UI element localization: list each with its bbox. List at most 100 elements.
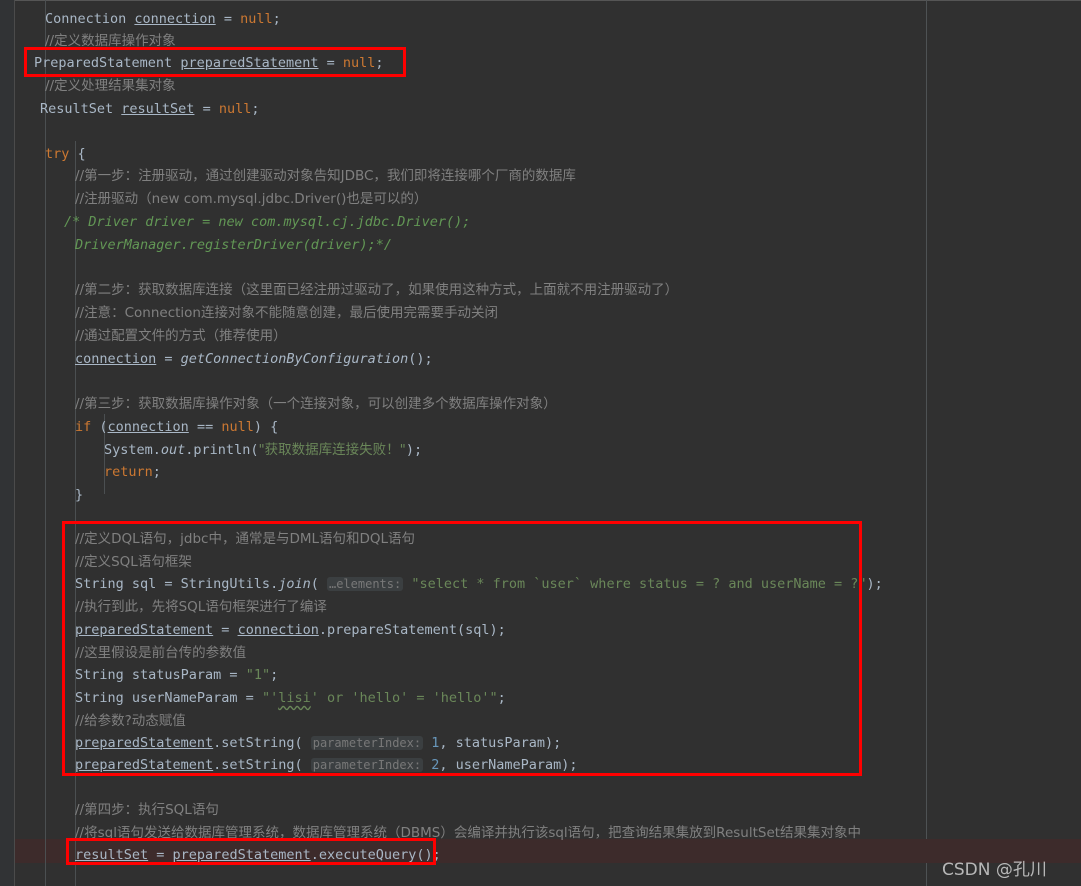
- code-line-text: //给参数?动态赋值: [75, 710, 186, 732]
- code-line[interactable]: //第二步：获取数据库连接（这里面已经注册过驱动了，如果使用这种方式，上面就不用…: [0, 277, 1081, 299]
- code-token: parameterIndex:: [310, 758, 424, 772]
- code-line-text: //这里假设是前台传的参数值: [75, 642, 246, 664]
- code-token: return: [104, 464, 153, 480]
- code-token: resultSet: [121, 101, 195, 117]
- code-line-text: //第一步：注册驱动，通过创建驱动对象告知JDBC，我们即将连接哪个厂商的数据库: [75, 165, 576, 187]
- code-token: .setString(: [213, 735, 311, 751]
- code-line[interactable]: System.out.println("获取数据库连接失败！");: [0, 437, 1081, 459]
- code-line[interactable]: //注意：Connection连接对象不能随意创建，最后使用完需要手动关闭: [0, 300, 1081, 322]
- code-line[interactable]: Connection connection = null;: [0, 6, 1081, 28]
- code-line[interactable]: //给参数?动态赋值: [0, 708, 1081, 730]
- code-line[interactable]: //第三步：获取数据库操作对象（一个连接对象，可以创建多个数据库操作对象）: [0, 391, 1081, 413]
- code-line[interactable]: PreparedStatement preparedStatement = nu…: [0, 50, 1081, 72]
- code-line[interactable]: //定义处理结果集对象: [0, 73, 1081, 95]
- code-line[interactable]: ResultSet resultSet = null;: [0, 96, 1081, 118]
- code-line[interactable]: String statusParam = "1";: [0, 662, 1081, 684]
- code-token: (: [310, 576, 327, 592]
- code-line[interactable]: preparedStatement.setString( parameterIn…: [0, 752, 1081, 774]
- code-token: ResultSet: [40, 101, 122, 117]
- code-token: "select * from `user` where status = ? a…: [411, 576, 867, 592]
- code-token: Connection: [45, 11, 135, 27]
- code-token: );: [405, 442, 423, 458]
- code-token: .prepareStatement(sql);: [318, 622, 506, 638]
- code-line-text: /* Driver driver = new com.mysql.cj.jdbc…: [64, 211, 470, 233]
- code-token: ;: [251, 101, 260, 117]
- code-content[interactable]: Connection connection = null; //定义数据库操作对象…: [0, 0, 1081, 886]
- code-line-text: String userNameParam = "'lisi' or 'hello…: [75, 687, 506, 709]
- code-line[interactable]: String userNameParam = "'lisi' or 'hello…: [0, 685, 1081, 707]
- code-line[interactable]: //第四步：执行SQL语句: [0, 797, 1081, 819]
- code-token: ;: [270, 667, 279, 683]
- code-line[interactable]: if (connection == null) {: [0, 414, 1081, 436]
- code-token: =: [213, 622, 238, 638]
- code-line-text: //执行到此，先将SQL语句框架进行了编译: [75, 596, 327, 618]
- code-token: .executeQuery();: [310, 847, 441, 863]
- code-token: null: [342, 55, 376, 71]
- code-line-text: ResultSet resultSet = null;: [40, 98, 259, 120]
- code-token: ;: [497, 690, 506, 706]
- code-line[interactable]: resultSet = preparedStatement.executeQue…: [0, 842, 1081, 864]
- code-token: //第四步：执行SQL语句: [75, 802, 219, 818]
- code-line[interactable]: //定义DQL语句，jdbc中，通常是与DML语句和DQL语句: [0, 526, 1081, 548]
- code-line[interactable]: //通过配置文件的方式（推荐使用）: [0, 323, 1081, 345]
- code-line[interactable]: preparedStatement.setString( parameterIn…: [0, 730, 1081, 752]
- code-token: null: [240, 11, 273, 27]
- code-token: connection: [134, 11, 216, 27]
- code-token: ==: [188, 419, 222, 435]
- code-token: //给参数?动态赋值: [75, 713, 186, 729]
- code-token: connection: [237, 622, 319, 638]
- code-editor-screenshot: Connection connection = null; //定义数据库操作对象…: [0, 0, 1081, 886]
- code-token: try: [45, 146, 70, 162]
- code-token: //通过配置文件的方式（推荐使用）: [75, 328, 287, 344]
- code-line[interactable]: //定义数据库操作对象: [0, 28, 1081, 50]
- code-line-text: //注册驱动（new com.mysql.jdbc.Driver()也是可以的）: [75, 188, 427, 210]
- code-token: null: [218, 101, 252, 117]
- code-line[interactable]: /* Driver driver = new com.mysql.cj.jdbc…: [0, 209, 1081, 231]
- code-line-text: Connection connection = null;: [45, 8, 281, 30]
- code-line[interactable]: connection = getConnectionByConfiguratio…: [0, 346, 1081, 368]
- code-token: //定义数据库操作对象: [45, 33, 176, 49]
- code-token: , userNameParam);: [439, 757, 578, 773]
- code-token: {: [69, 146, 86, 162]
- code-line-text: System.out.println("获取数据库连接失败！");: [104, 439, 422, 461]
- code-line-text: preparedStatement.setString( parameterIn…: [75, 754, 578, 776]
- code-token: //第一步：注册驱动，通过创建驱动对象告知JDBC，我们即将连接哪个厂商的数据库: [75, 168, 576, 184]
- code-line[interactable]: //第一步：注册驱动，通过创建驱动对象告知JDBC，我们即将连接哪个厂商的数据库: [0, 163, 1081, 185]
- code-line-text: PreparedStatement preparedStatement = nu…: [34, 52, 384, 74]
- code-token: System.: [104, 442, 161, 458]
- code-token: ;: [375, 55, 384, 71]
- code-token: join: [278, 576, 311, 592]
- code-token: getConnectionByConfiguration: [180, 351, 409, 367]
- code-token: ;: [152, 464, 161, 480]
- code-line[interactable]: DriverManager.registerDriver(driver);*/: [0, 232, 1081, 254]
- code-token: "': [261, 690, 279, 706]
- code-token: preparedStatement: [75, 735, 214, 751]
- code-token: );: [866, 576, 883, 592]
- code-line[interactable]: return;: [0, 459, 1081, 481]
- code-token: null: [221, 419, 254, 435]
- code-line[interactable]: try {: [0, 141, 1081, 163]
- code-line[interactable]: //注册驱动（new com.mysql.jdbc.Driver()也是可以的）: [0, 186, 1081, 208]
- code-line-text: //定义DQL语句，jdbc中，通常是与DML语句和DQL语句: [75, 528, 415, 550]
- code-token: .println(: [185, 442, 259, 458]
- code-token: //将sql语句发送给数据库管理系统，数据库管理系统（DBMS）会编译并执行该s…: [75, 825, 862, 841]
- code-line[interactable]: //将sql语句发送给数据库管理系统，数据库管理系统（DBMS）会编译并执行该s…: [0, 820, 1081, 842]
- code-token: ();: [408, 351, 433, 367]
- code-line-text: //第二步：获取数据库连接（这里面已经注册过驱动了，如果使用这种方式，上面就不用…: [75, 279, 678, 301]
- code-line[interactable]: preparedStatement = connection.prepareSt…: [0, 617, 1081, 639]
- code-line-text: if (connection == null) {: [75, 416, 278, 438]
- code-token: connection: [75, 351, 157, 367]
- code-token: =: [318, 55, 343, 71]
- code-token: out: [160, 442, 186, 458]
- code-line-text: }: [75, 484, 83, 506]
- code-line[interactable]: }: [0, 482, 1081, 504]
- code-line[interactable]: //定义SQL语句框架: [0, 549, 1081, 571]
- code-line[interactable]: String sql = StringUtils.join( …elements…: [0, 571, 1081, 593]
- code-line[interactable]: //执行到此，先将SQL语句框架进行了编译: [0, 594, 1081, 616]
- code-line-text: //注意：Connection连接对象不能随意创建，最后使用完需要手动关闭: [75, 302, 498, 324]
- code-token: //定义DQL语句，jdbc中，通常是与DML语句和DQL语句: [75, 531, 416, 547]
- code-line[interactable]: //这里假设是前台传的参数值: [0, 640, 1081, 662]
- code-token: String statusParam =: [75, 667, 246, 683]
- code-token: =: [194, 101, 219, 117]
- code-line-text: //通过配置文件的方式（推荐使用）: [75, 325, 287, 347]
